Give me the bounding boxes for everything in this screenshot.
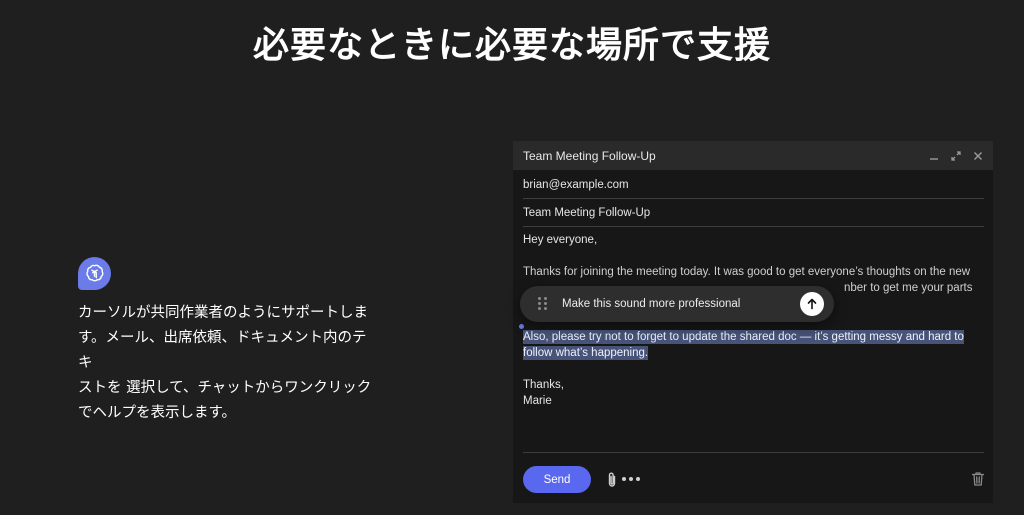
selected-text-line: Also, please try not to forget to update… [523, 330, 964, 344]
compose-window: Team Meeting Follow-Up brian@example.com… [513, 141, 993, 503]
signoff-line: Marie [523, 395, 552, 407]
promo-line: す。メール、出席依頼、ドキュメント内のテキ [78, 330, 367, 371]
subject-value: Team Meeting Follow-Up [523, 206, 651, 219]
chatgpt-logo-icon [78, 257, 111, 290]
selection-cursor [519, 324, 524, 329]
email-greeting[interactable]: Hey everyone, [523, 232, 984, 248]
arrow-up-icon [807, 298, 817, 310]
to-value: brian@example.com [523, 178, 629, 191]
close-icon[interactable] [971, 149, 985, 163]
paperclip-icon[interactable] [606, 471, 618, 489]
prompt-input[interactable]: Make this sound more professional [562, 298, 800, 310]
more-options-icon[interactable] [622, 472, 642, 486]
ai-prompt-popup: Make this sound more professional [520, 286, 834, 322]
divider [523, 452, 984, 453]
minimize-icon[interactable] [927, 149, 941, 163]
signoff-line: Thanks, [523, 379, 564, 391]
submit-button[interactable] [800, 292, 824, 316]
expand-icon[interactable] [949, 149, 963, 163]
page: 必要なときに必要な場所で支援 カーソルが共同作業者のようにサポートしま す。メー… [0, 0, 1024, 515]
subject-field[interactable]: Team Meeting Follow-Up [523, 199, 984, 227]
send-button[interactable]: Send [523, 466, 591, 493]
email-signoff[interactable]: Thanks, Marie [523, 377, 984, 409]
email-line: Thanks for joining the meeting today. It… [523, 266, 971, 278]
promo-line: カーソルが共同作業者のようにサポートしま [78, 305, 368, 321]
promo-line: でヘルプを表示します。 [78, 405, 237, 421]
compose-titlebar: Team Meeting Follow-Up [513, 141, 993, 170]
window-controls [927, 141, 985, 170]
selected-text-line: follow what’s happening. [523, 346, 649, 360]
compose-title: Team Meeting Follow-Up [523, 148, 656, 163]
email-paragraph-2-selected[interactable]: Also, please try not to forget to update… [523, 329, 984, 361]
to-field[interactable]: brian@example.com [523, 171, 984, 199]
page-headline: 必要なときに必要な場所で支援 [252, 25, 771, 66]
trash-icon[interactable] [971, 471, 985, 487]
promo-description: カーソルが共同作業者のようにサポートしま す。メール、出席依頼、ドキュメント内の… [78, 301, 378, 426]
promo-line: ストを 選択して、チャットからワンクリック [78, 380, 372, 396]
drag-handle-icon[interactable] [538, 297, 548, 311]
